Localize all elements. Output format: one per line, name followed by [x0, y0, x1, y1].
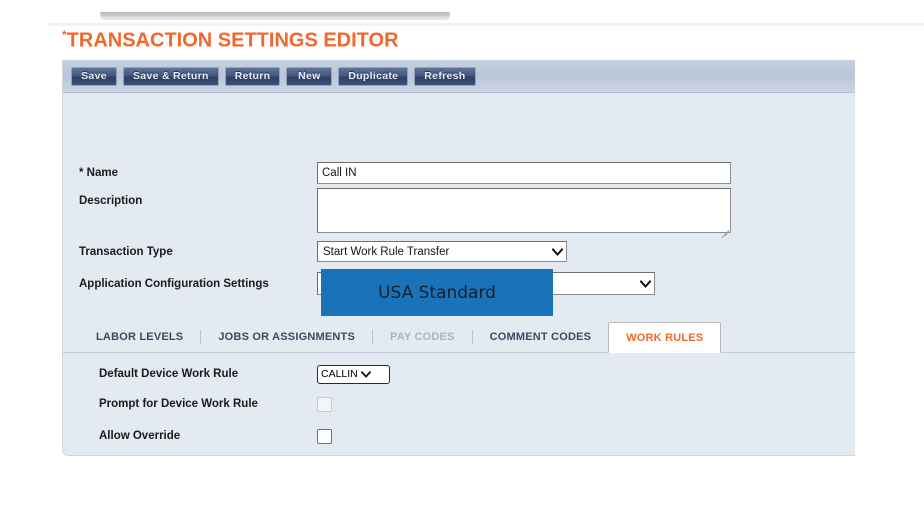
chevron-down-icon	[548, 247, 566, 256]
prompt-for-device-work-rule-row: Prompt for Device Work Rule	[99, 389, 332, 419]
editor-toolbar: Save Save & Return Return New Duplicate …	[63, 60, 855, 93]
transaction-type-select[interactable]: Start Work Rule Transfer	[317, 241, 567, 262]
truncated-widget-bar	[100, 12, 450, 20]
prompt-for-device-work-rule-checkbox	[317, 396, 332, 412]
save-button[interactable]: Save	[71, 66, 117, 86]
tab-comment-codes[interactable]: COMMENT CODES	[473, 322, 609, 352]
allow-override-label: Allow Override	[99, 430, 181, 442]
save-and-return-button[interactable]: Save & Return	[123, 66, 219, 86]
transaction-settings-editor-panel: Save Save & Return Return New Duplicate …	[62, 60, 855, 456]
selected-option-overlay[interactable]: USA Standard	[321, 269, 553, 316]
application-configuration-settings-label: Application Configuration Settings	[79, 278, 269, 290]
default-device-work-rule-value: CALLIN	[321, 368, 358, 380]
selected-option-label: USA Standard	[378, 282, 496, 303]
tab-strip: LABOR LEVELS JOBS OR ASSIGNMENTS PAY COD…	[63, 322, 855, 353]
transaction-type-value: Start Work Rule Transfer	[323, 245, 450, 258]
default-device-work-rule-row: Default Device Work Rule CALLIN	[99, 359, 390, 389]
duplicate-button[interactable]: Duplicate	[338, 66, 409, 86]
name-input[interactable]	[317, 162, 731, 184]
tab-pay-codes: PAY CODES	[390, 331, 455, 343]
tab-work-rules[interactable]: WORK RULES	[608, 322, 722, 353]
transaction-type-label: Transaction Type	[79, 246, 173, 258]
header-divider	[48, 23, 924, 26]
page-title: *TRANSACTION SETTINGS EDITOR	[62, 29, 399, 53]
chevron-down-icon	[636, 279, 654, 288]
allow-override-row: Allow Override	[99, 421, 332, 451]
page-title-text: TRANSACTION SETTINGS EDITOR	[66, 29, 399, 52]
default-device-work-rule-select[interactable]: CALLIN	[317, 364, 390, 384]
tab-labor-levels[interactable]: LABOR LEVELS	[79, 322, 200, 352]
allow-override-checkbox[interactable]	[317, 428, 332, 444]
refresh-button[interactable]: Refresh	[414, 66, 476, 86]
chevron-down-icon	[358, 370, 374, 378]
prompt-for-device-work-rule-label: Prompt for Device Work Rule	[99, 398, 258, 410]
name-label: * Name	[79, 167, 118, 179]
return-button[interactable]: Return	[224, 66, 281, 86]
new-button[interactable]: New	[286, 66, 333, 86]
description-input[interactable]	[317, 188, 731, 233]
default-device-work-rule-label: Default Device Work Rule	[99, 368, 239, 380]
description-label: Description	[79, 195, 143, 207]
tab-jobs-or-assignments[interactable]: JOBS OR ASSIGNMENTS	[201, 322, 372, 352]
